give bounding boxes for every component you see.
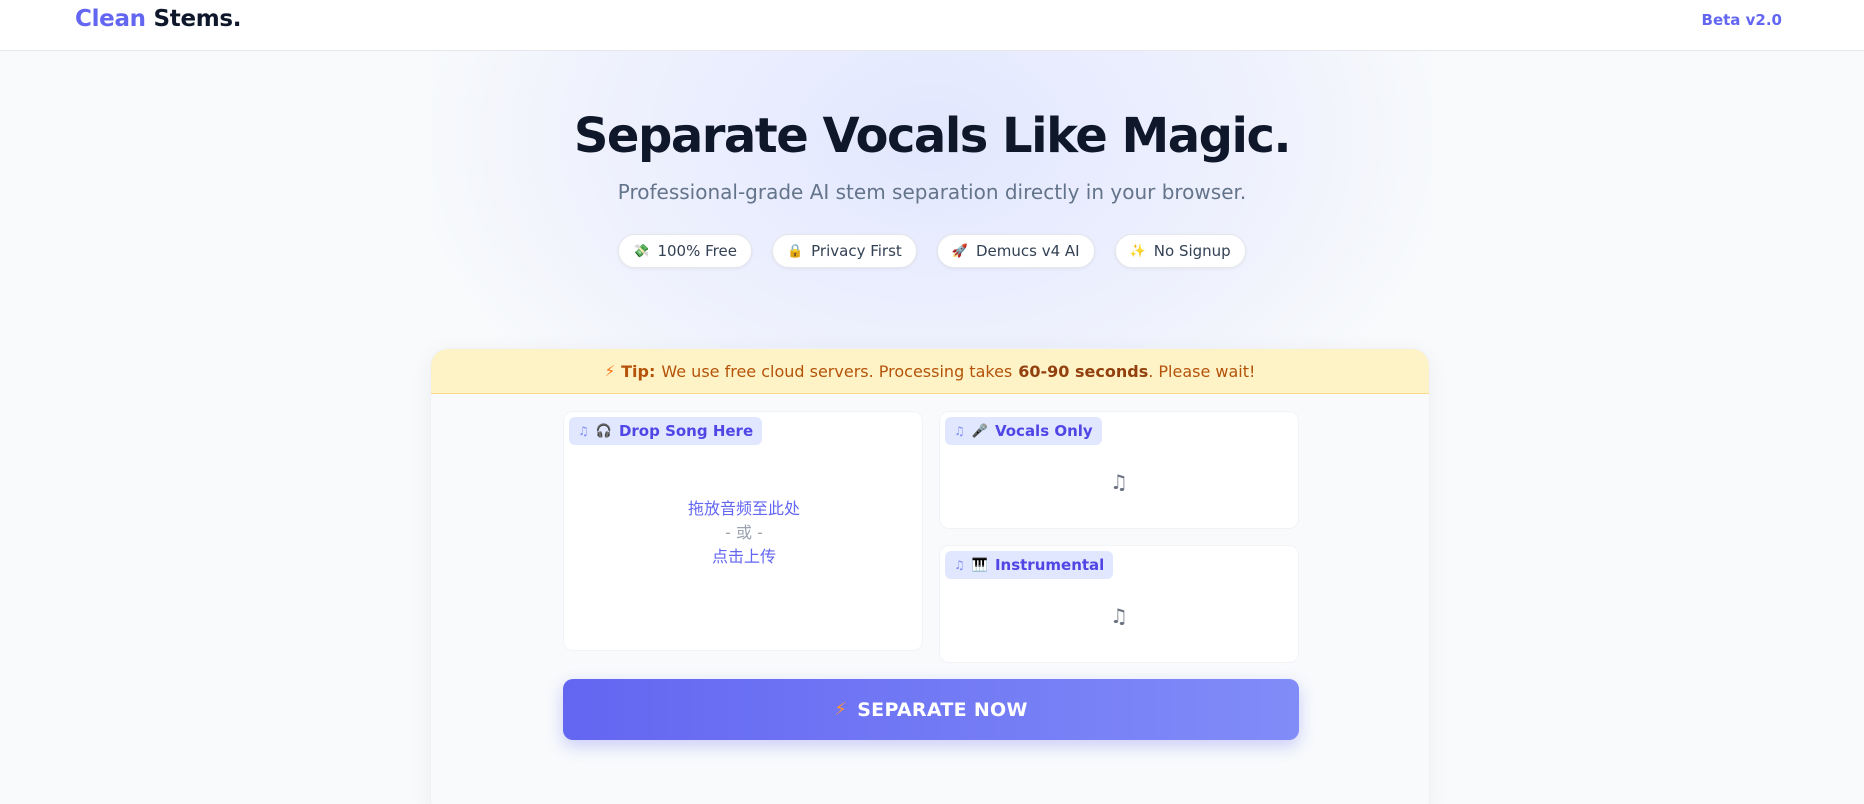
piano-icon: 🎹 xyxy=(971,557,988,573)
badge-label: 100% Free xyxy=(657,242,737,260)
logo-clean: Clean xyxy=(75,6,146,32)
tip-suffix: . Please wait! xyxy=(1148,361,1256,381)
upload-panel-tag: ♫ 🎧 Drop Song Here xyxy=(569,417,763,445)
tip-highlight: 60-90 seconds. Please wait! xyxy=(1018,362,1255,381)
bolt-icon: ⚡ xyxy=(834,699,848,720)
lock-icon: 🔒 xyxy=(786,243,804,259)
top-nav: Clean Stems. Beta v2.0 xyxy=(0,0,1864,51)
bolt-icon: ⚡ xyxy=(604,362,616,380)
tip-banner: ⚡ Tip: We use free cloud servers. Proces… xyxy=(431,349,1429,394)
drop-text: 拖放音频至此处 xyxy=(687,499,800,518)
or-divider: - 或 - xyxy=(725,523,763,542)
version-badge: Beta v2.0 xyxy=(1701,11,1782,29)
drop-instructions: 拖放音频至此处 - 或 - 点击上传 xyxy=(674,497,814,569)
money-icon: 💸 xyxy=(633,243,650,259)
badge-label: Privacy First xyxy=(811,242,902,260)
headphones-icon: 🎧 xyxy=(595,423,612,439)
badge-demucs: 🚀 Demucs v4 AI xyxy=(936,234,1095,268)
instrumental-output-panel: ♫ 🎹 Instrumental ♫ xyxy=(939,545,1299,663)
tip-highlight-text: 60-90 seconds xyxy=(1018,361,1149,381)
separator-card: ⚡ Tip: We use free cloud servers. Proces… xyxy=(430,348,1430,804)
badge-label: No Signup xyxy=(1153,242,1231,260)
badge-free: 💸 100% Free xyxy=(618,234,752,268)
music-note-icon: ♫ xyxy=(578,424,589,438)
instrumental-panel-tag: ♫ 🎹 Instrumental xyxy=(945,551,1114,579)
logo[interactable]: Clean Stems. xyxy=(75,6,242,32)
separate-now-label: SEPARATE NOW xyxy=(857,698,1028,721)
music-note-icon: ♫ xyxy=(954,558,965,572)
vocals-panel-tag: ♫ 🎤 Vocals Only xyxy=(945,417,1102,445)
instrumental-panel-label: Instrumental xyxy=(994,556,1105,574)
music-note-icon: ♫ xyxy=(954,424,965,438)
microphone-icon: 🎤 xyxy=(971,423,988,439)
tip-prefix: Tip: xyxy=(621,361,656,381)
badge-privacy: 🔒 Privacy First xyxy=(771,234,917,268)
feature-badges: 💸 100% Free 🔒 Privacy First 🚀 Demucs v4 … xyxy=(0,234,1864,268)
music-placeholder-icon: ♫ xyxy=(1110,470,1128,494)
click-upload-text[interactable]: 点击上传 xyxy=(674,545,814,569)
vocals-output-panel: ♫ 🎤 Vocals Only ♫ xyxy=(939,411,1299,529)
hero-subtitle: Professional-grade AI stem separation di… xyxy=(617,180,1247,204)
tip-text: We use free cloud servers. Processing ta… xyxy=(661,361,1013,381)
separate-now-button[interactable]: ⚡ SEPARATE NOW xyxy=(563,679,1299,740)
badge-no-signup: ✨ No Signup xyxy=(1114,234,1246,268)
logo-stems: Stems. xyxy=(153,6,242,32)
rocket-icon: 🚀 xyxy=(951,243,968,259)
music-placeholder-icon: ♫ xyxy=(1110,604,1128,628)
badge-label: Demucs v4 AI xyxy=(975,242,1080,260)
sparkles-icon: ✨ xyxy=(1129,243,1146,259)
vocals-panel-label: Vocals Only xyxy=(994,422,1093,440)
hero-title: Separate Vocals Like Magic. xyxy=(573,108,1292,164)
upload-panel-label: Drop Song Here xyxy=(618,422,754,440)
upload-dropzone[interactable]: ♫ 🎧 Drop Song Here 拖放音频至此处 - 或 - 点击上传 xyxy=(563,411,923,651)
